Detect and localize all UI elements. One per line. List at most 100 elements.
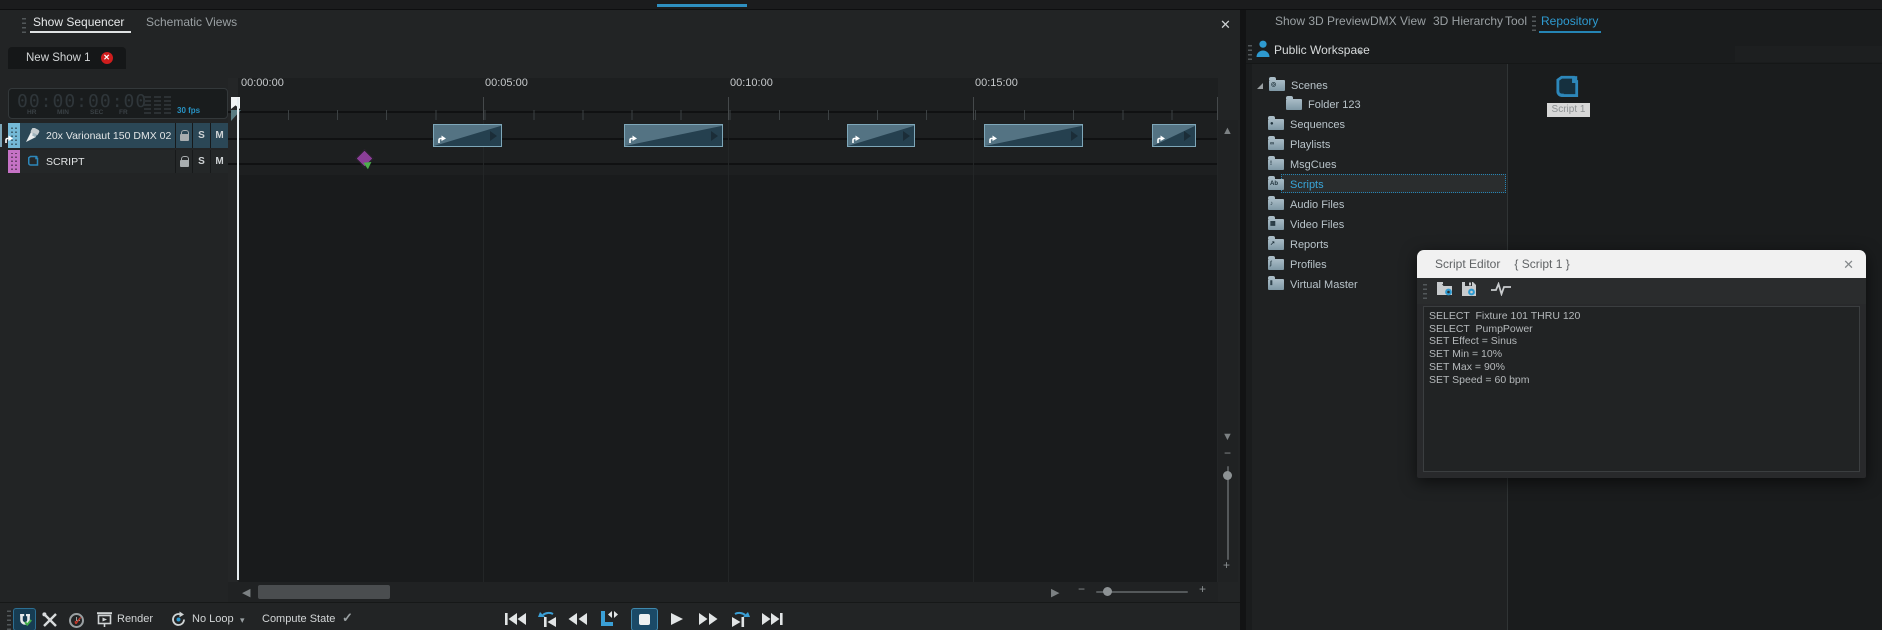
script-cue-marker[interactable]	[358, 152, 371, 165]
hzoom-slider-thumb[interactable]	[1103, 587, 1112, 596]
tab-show-sequencer[interactable]: Show Sequencer	[33, 15, 124, 29]
script-editor-textarea[interactable]: SELECT Fixture 101 THRU 120 SELECT PumpP…	[1423, 306, 1860, 472]
clip-play-icon	[711, 131, 718, 141]
script-editor-titlebar[interactable]: Script Editor { Script 1 } ✕	[1417, 250, 1866, 278]
track-mute-button[interactable]: M	[210, 150, 228, 173]
loop-mode-button[interactable]: No Loop	[192, 613, 234, 625]
hzoom-minus-button[interactable]: −	[1078, 582, 1085, 596]
validate-script-button[interactable]	[1490, 282, 1512, 301]
editor-toolbar-drag-handle[interactable]	[1423, 283, 1427, 299]
transport-loop-range-button[interactable]	[596, 610, 622, 628]
transport-rewind-button[interactable]	[565, 610, 591, 628]
track-mute-button[interactable]: M	[210, 123, 228, 148]
hscroll-left-arrow[interactable]: ◀	[242, 584, 250, 602]
snap-toggle-button[interactable]	[13, 608, 36, 630]
vzoom-minus-button[interactable]: −	[1224, 446, 1231, 460]
playhead-line[interactable]	[237, 98, 239, 580]
panel-drag-handle[interactable]	[22, 15, 26, 33]
transport-forward-button[interactable]	[695, 610, 721, 628]
tree-item-video-files[interactable]: ▦ Video Files	[1268, 215, 1344, 234]
workspace-selector[interactable]: Public Workspace	[1274, 43, 1370, 57]
hscroll-right-arrow[interactable]: ▶	[1051, 584, 1059, 602]
hscroll-thumb[interactable]	[258, 585, 390, 599]
track-solo-button[interactable]: S	[192, 150, 210, 173]
tab-3d-hierarchy[interactable]: 3D Hierarchy	[1433, 14, 1503, 28]
tree-item-sequences[interactable]: ● Sequences	[1268, 115, 1345, 134]
transport-skip-start-button[interactable]	[503, 610, 529, 628]
script-line: SET Effect = Sinus	[1429, 335, 1854, 348]
time-check-button[interactable]: ✓	[66, 610, 86, 630]
tree-item-profiles[interactable]: ∫ Profiles	[1268, 255, 1327, 274]
show-sequencer-panel: Show Sequencer Schematic Views ✕ New Sho…	[0, 10, 1240, 630]
tree-item-folder-123[interactable]: Folder 123	[1286, 95, 1361, 114]
show-tab-close-icon[interactable]: ✕	[101, 52, 113, 64]
tab-repository[interactable]: Repository	[1541, 14, 1598, 28]
tab-show-3d-preview[interactable]: Show 3D Preview	[1275, 14, 1370, 28]
track-lock-button[interactable]	[175, 123, 192, 148]
timeline-clip[interactable]	[847, 124, 915, 147]
fps-indicator[interactable]: 30 fps	[177, 106, 200, 115]
track-row-script[interactable]: SCRIPT S M	[8, 150, 228, 173]
vzoom-slider-track[interactable]	[1227, 466, 1229, 560]
tab-dmx-view[interactable]: DMX View	[1370, 14, 1426, 28]
track-row-fixture[interactable]: 20x Varionaut 150 DMX 02 S M	[8, 123, 228, 148]
vzoom-plus-button[interactable]: +	[1223, 558, 1230, 572]
tab-drag-handle[interactable]	[1532, 15, 1536, 31]
transport-play-button[interactable]	[664, 610, 690, 628]
track-name[interactable]: 20x Varionaut 150 DMX 02	[46, 123, 175, 148]
vscroll-up-arrow[interactable]: ▲	[1222, 122, 1233, 140]
transport-next-cue-button[interactable]	[726, 610, 752, 628]
panel-close-button[interactable]: ✕	[1220, 18, 1231, 31]
script-editor-window[interactable]: Script Editor { Script 1 } ✕ SELECT Fixt…	[1417, 250, 1866, 478]
tab-schematic-views[interactable]: Schematic Views	[146, 15, 237, 29]
tree-item-virtual-master[interactable]: ⫴ Virtual Master	[1268, 275, 1358, 294]
tree-item-scripts[interactable]: Ab Scripts	[1268, 175, 1324, 194]
tree-item-msgcues[interactable]: ! MsgCues	[1268, 155, 1336, 174]
render-button[interactable]: Render	[117, 613, 153, 625]
open-script-button[interactable]	[1436, 281, 1454, 302]
timeline-grid-line	[728, 120, 729, 582]
track-solo-button[interactable]: S	[192, 123, 210, 148]
script-editor-close-button[interactable]: ✕	[1843, 257, 1854, 273]
loop-mode-icon	[170, 611, 187, 628]
folder-icon: ▦	[1268, 219, 1284, 230]
vzoom-slider-thumb[interactable]	[1223, 471, 1232, 480]
lane-separator	[228, 163, 1218, 165]
tree-item-playlists[interactable]: ∞ Playlists	[1268, 135, 1330, 154]
tools-icon	[41, 611, 59, 629]
expander-icon[interactable]	[1257, 83, 1263, 89]
toolbar-drag-handle[interactable]	[7, 610, 11, 630]
timeline-clip[interactable]	[624, 124, 723, 147]
folder-icon: ♪	[1268, 199, 1284, 210]
show-tab-label: New Show 1	[26, 52, 91, 64]
tab-tool[interactable]: Tool	[1505, 14, 1527, 28]
show-document-tab[interactable]: New Show 1 ✕	[8, 47, 126, 69]
compute-state-button[interactable]: Compute State	[262, 613, 335, 625]
track-color-strip[interactable]	[8, 150, 20, 173]
tools-button[interactable]	[40, 610, 60, 630]
repo-item-label[interactable]: Script 1	[1547, 103, 1590, 117]
workspace-search-field[interactable]	[1735, 46, 1882, 62]
loop-caret-icon[interactable]: ▾	[240, 615, 245, 626]
workspace-caret-icon[interactable]: ▾	[1358, 47, 1363, 58]
tree-item-scenes[interactable]: ◎ Scenes	[1257, 76, 1328, 95]
transport-skip-end-button[interactable]	[759, 610, 785, 628]
workspace-drag-handle[interactable]	[1248, 42, 1252, 60]
vscroll-down-arrow[interactable]: ▼	[1222, 428, 1233, 446]
tree-item-reports[interactable]: ↗ Reports	[1268, 235, 1329, 254]
timeline-clip[interactable]	[0, 124, 2, 147]
transport-previous-cue-button[interactable]	[536, 610, 562, 628]
script-line: SELECT PumpPower	[1429, 323, 1854, 336]
track-name[interactable]: SCRIPT	[46, 150, 175, 173]
save-script-button[interactable]	[1461, 281, 1477, 302]
tree-item-audio-files[interactable]: ♪ Audio Files	[1268, 195, 1344, 214]
clip-cursor-icon	[4, 134, 14, 144]
timeline-clip[interactable]	[1152, 124, 1196, 147]
timeline-clip[interactable]	[984, 124, 1083, 147]
track-lock-button[interactable]	[175, 150, 192, 173]
hzoom-plus-button[interactable]: +	[1199, 582, 1206, 596]
level-meter-icon	[144, 94, 171, 114]
user-icon	[1256, 40, 1270, 62]
transport-stop-button[interactable]	[631, 608, 658, 630]
timeline-clip[interactable]	[433, 124, 502, 147]
